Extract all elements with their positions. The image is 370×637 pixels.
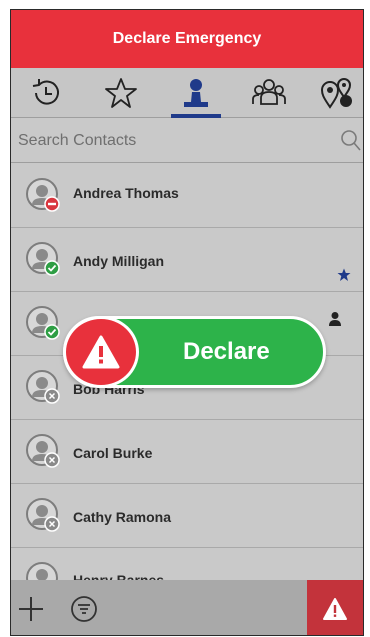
page-title: Declare Emergency xyxy=(112,30,262,47)
tab-groups[interactable] xyxy=(234,68,304,118)
status-badge xyxy=(44,196,60,212)
search-icon[interactable] xyxy=(341,130,361,152)
person-icon xyxy=(184,79,208,107)
contact-row[interactable]: Cathy Ramona xyxy=(11,484,363,548)
warning-icon xyxy=(323,597,347,620)
contact-name: Andrea Thomas xyxy=(73,185,179,201)
avatar xyxy=(26,498,60,532)
contact-row[interactable]: Andrea Thomas xyxy=(11,164,363,228)
group-icon xyxy=(252,79,286,105)
status-badge xyxy=(44,260,60,276)
status-badge xyxy=(44,324,60,340)
tab-locations[interactable] xyxy=(302,68,363,118)
star-icon xyxy=(105,78,137,108)
contact-row[interactable]: Carol Burke xyxy=(11,420,363,484)
tab-bar xyxy=(11,68,363,118)
app-header: Declare Emergency xyxy=(11,10,363,68)
search-bar: Search Contacts xyxy=(11,119,363,163)
contact-name: Cathy Ramona xyxy=(73,509,172,525)
bottom-toolbar xyxy=(11,580,363,635)
emergency-button[interactable] xyxy=(307,580,363,635)
avatar xyxy=(26,370,60,404)
avatar xyxy=(26,434,60,468)
declare-slider-handle[interactable] xyxy=(63,316,139,388)
contact-row[interactable]: Andy Milligan xyxy=(11,228,363,292)
add-icon[interactable] xyxy=(17,595,45,623)
tab-favorites[interactable] xyxy=(86,68,156,118)
status-badge xyxy=(44,452,60,468)
location-pins-icon xyxy=(320,78,352,109)
warning-icon xyxy=(82,335,120,369)
tab-contacts[interactable] xyxy=(161,68,231,118)
history-icon xyxy=(32,79,59,105)
search-input[interactable]: Search Contacts xyxy=(18,132,136,150)
tab-selected-indicator xyxy=(171,114,221,118)
status-badge xyxy=(44,516,60,532)
avatar xyxy=(26,242,60,276)
avatar xyxy=(26,306,60,340)
app-frame: Declare Emergency Search Contacts Andrea… xyxy=(10,9,364,636)
contact-name: Andy Milligan xyxy=(73,253,164,269)
declare-slider[interactable]: Declare xyxy=(63,316,326,388)
favorite-star-icon xyxy=(337,268,351,281)
filter-icon[interactable] xyxy=(70,595,98,623)
status-badge xyxy=(44,388,60,404)
declare-label: Declare xyxy=(183,338,270,365)
person-icon xyxy=(329,312,341,326)
avatar xyxy=(26,178,60,212)
contact-name: Carol Burke xyxy=(73,445,153,461)
tab-history[interactable] xyxy=(11,68,81,118)
